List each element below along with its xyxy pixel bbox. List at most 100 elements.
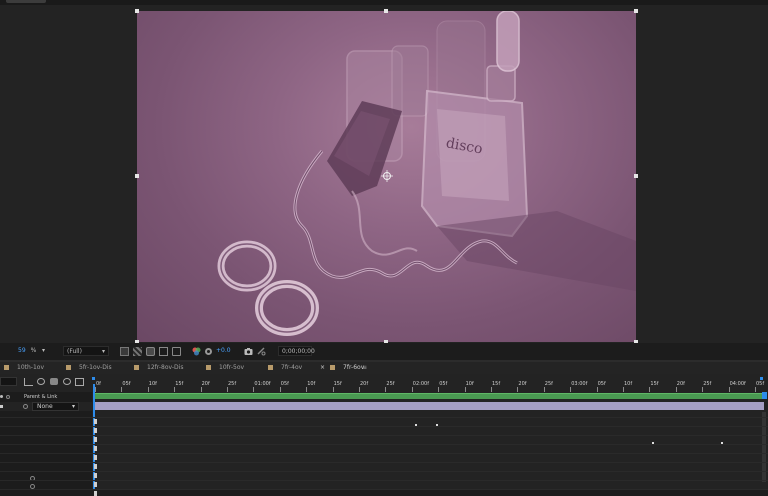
graph-editor-icon[interactable]	[75, 378, 84, 386]
tab-label: 7fr-4ov	[281, 364, 303, 371]
exposure-icon[interactable]	[204, 347, 213, 356]
layer-row-line	[0, 435, 92, 436]
tab-label: 10fr-5ov	[219, 364, 245, 371]
layer-row-line	[0, 471, 92, 472]
frame-blend-icon[interactable]	[63, 378, 71, 385]
parent-pickwhip-icon[interactable]	[24, 378, 33, 386]
ruler-label: 05f	[439, 381, 448, 387]
tab-comp-4[interactable]: 10fr-5ov	[206, 362, 244, 374]
work-area-start-marker[interactable]	[92, 377, 95, 380]
layer-panel: Parent & Link None ▾	[0, 392, 92, 490]
magnification-value: 59	[18, 347, 26, 354]
ruler-label: 03:00f	[571, 381, 588, 387]
viewer-controls-bar: 59 % ▾ (Full) ▾ +0.0 0;00;00;00	[0, 343, 768, 360]
ruler-label: 05f	[122, 381, 131, 387]
view-icon[interactable]	[159, 347, 168, 356]
comp-color-swatch	[330, 364, 336, 370]
keyframe-lane-icon[interactable]	[94, 491, 97, 496]
timeline-scroll-handle[interactable]	[762, 392, 767, 399]
ruler-label: 20f	[676, 381, 685, 387]
timecode-display[interactable]: 0;00;00;00	[278, 346, 315, 356]
close-icon[interactable]: ×	[320, 364, 325, 371]
comp-color-swatch	[268, 364, 273, 370]
composition-viewer[interactable]: disco	[0, 0, 768, 344]
viewer-tab[interactable]	[6, 0, 46, 3]
ruler-label: 15f	[333, 381, 342, 387]
camera-snapshot-icon[interactable]	[244, 347, 253, 356]
composition-tabs: 10th-1ov 5fr-1ov-Dis 12fr-8ov-Dis 10fr-5…	[0, 362, 768, 375]
tab-label: 10th-1ov	[17, 364, 44, 371]
ruler-label: 0f	[96, 381, 101, 387]
handle-top-center[interactable]	[384, 9, 388, 13]
tab-comp-3[interactable]: 12fr-8ov-Dis	[134, 362, 183, 374]
keyframe-lane-icon[interactable]	[94, 446, 97, 451]
track-row-line	[92, 435, 768, 436]
keyframe-lane-icon[interactable]	[94, 473, 97, 478]
ruler-label: 01:00f	[254, 381, 271, 387]
track-row-line	[92, 471, 768, 472]
handle-top-left[interactable]	[135, 9, 139, 13]
handle-mid-left[interactable]	[135, 174, 139, 178]
track-row-line	[92, 453, 768, 454]
roi-icon[interactable]	[120, 347, 129, 356]
composition-canvas[interactable]: disco	[137, 10, 636, 342]
layer-row-line	[0, 480, 92, 481]
transparency-grid-icon[interactable]	[133, 347, 142, 356]
handle-mid-right[interactable]	[634, 174, 638, 178]
motion-blur-icon[interactable]	[50, 378, 58, 385]
keyframe-lane-icon[interactable]	[94, 455, 97, 460]
anchor-point-icon[interactable]	[381, 170, 393, 182]
tab-comp-5[interactable]: 7fr-4ov	[268, 362, 302, 374]
ruler-label: 20f	[201, 381, 210, 387]
tab-label: 12fr-8ov-Dis	[147, 364, 184, 371]
parent-dropdown[interactable]: None ▾	[32, 402, 79, 411]
chevron-down-icon: ▾	[71, 403, 75, 410]
layer-row[interactable]: None ▾	[0, 402, 92, 411]
magnification-unit: %	[30, 347, 37, 354]
work-area-end-marker[interactable]	[760, 377, 763, 380]
time-ruler[interactable]: 0f 05f 10f 15f 20f 25f 01:00f 05f 10f 15f 20f 25f 02…	[92, 377, 764, 392]
show-snapshot-icon[interactable]	[257, 347, 266, 356]
keyframe-lane-icon[interactable]	[94, 428, 97, 433]
solo-icon[interactable]	[37, 378, 45, 385]
track-row-line	[92, 444, 768, 445]
layer-row-line	[0, 453, 92, 454]
keyframe-lane-icon[interactable]	[94, 419, 97, 424]
3d-view-icon[interactable]	[172, 347, 181, 356]
keyframe-lane-icon[interactable]	[94, 437, 97, 442]
keyframe-lane-icon[interactable]	[94, 464, 97, 469]
ruler-label: 20f	[360, 381, 369, 387]
ruler-label: 05f	[597, 381, 606, 387]
parent-link-header: Parent & Link	[24, 394, 58, 400]
parent-dropdown-value: None	[37, 403, 53, 410]
viewer-top-strip	[0, 0, 768, 5]
layer-row-line	[0, 489, 92, 490]
layer-visibility-icon[interactable]	[0, 405, 3, 408]
pickwhip-icon[interactable]	[23, 404, 28, 409]
ruler-label: 10f	[307, 381, 316, 387]
ruler-label: 25f	[544, 381, 553, 387]
magnification-chevron-icon[interactable]: ▾	[42, 346, 50, 356]
ruler-label: 05f	[756, 381, 765, 387]
ruler-label: 10f	[624, 381, 633, 387]
ruler-label: 02:00f	[412, 381, 429, 387]
tab-comp-1[interactable]: 10th-1ov	[4, 362, 44, 374]
exposure-value[interactable]: +0.0	[216, 346, 231, 356]
keyframe-lane-icon[interactable]	[94, 482, 97, 487]
tab-comp-2[interactable]: 5fr-1ov-Dis	[66, 362, 112, 374]
color-channel-icon[interactable]	[192, 347, 201, 356]
work-area-bar[interactable]	[94, 393, 764, 399]
eye-icon[interactable]	[0, 395, 3, 398]
tab-menu-icon[interactable]: ≡	[362, 362, 367, 374]
ruler-label: 15f	[650, 381, 659, 387]
mask-visibility-icon[interactable]	[146, 347, 155, 356]
resolution-dropdown[interactable]: (Full) ▾	[63, 346, 109, 356]
resolution-value: (Full)	[67, 348, 82, 355]
lock-icon[interactable]	[6, 395, 10, 399]
handle-top-right[interactable]	[634, 9, 638, 13]
timeline-search-field[interactable]	[0, 377, 17, 386]
ruler-label: 25f	[228, 381, 237, 387]
magnification-control[interactable]: 59 %	[14, 346, 40, 356]
timeline-tracks[interactable]	[92, 384, 768, 496]
layer-duration-bar[interactable]	[94, 402, 764, 410]
